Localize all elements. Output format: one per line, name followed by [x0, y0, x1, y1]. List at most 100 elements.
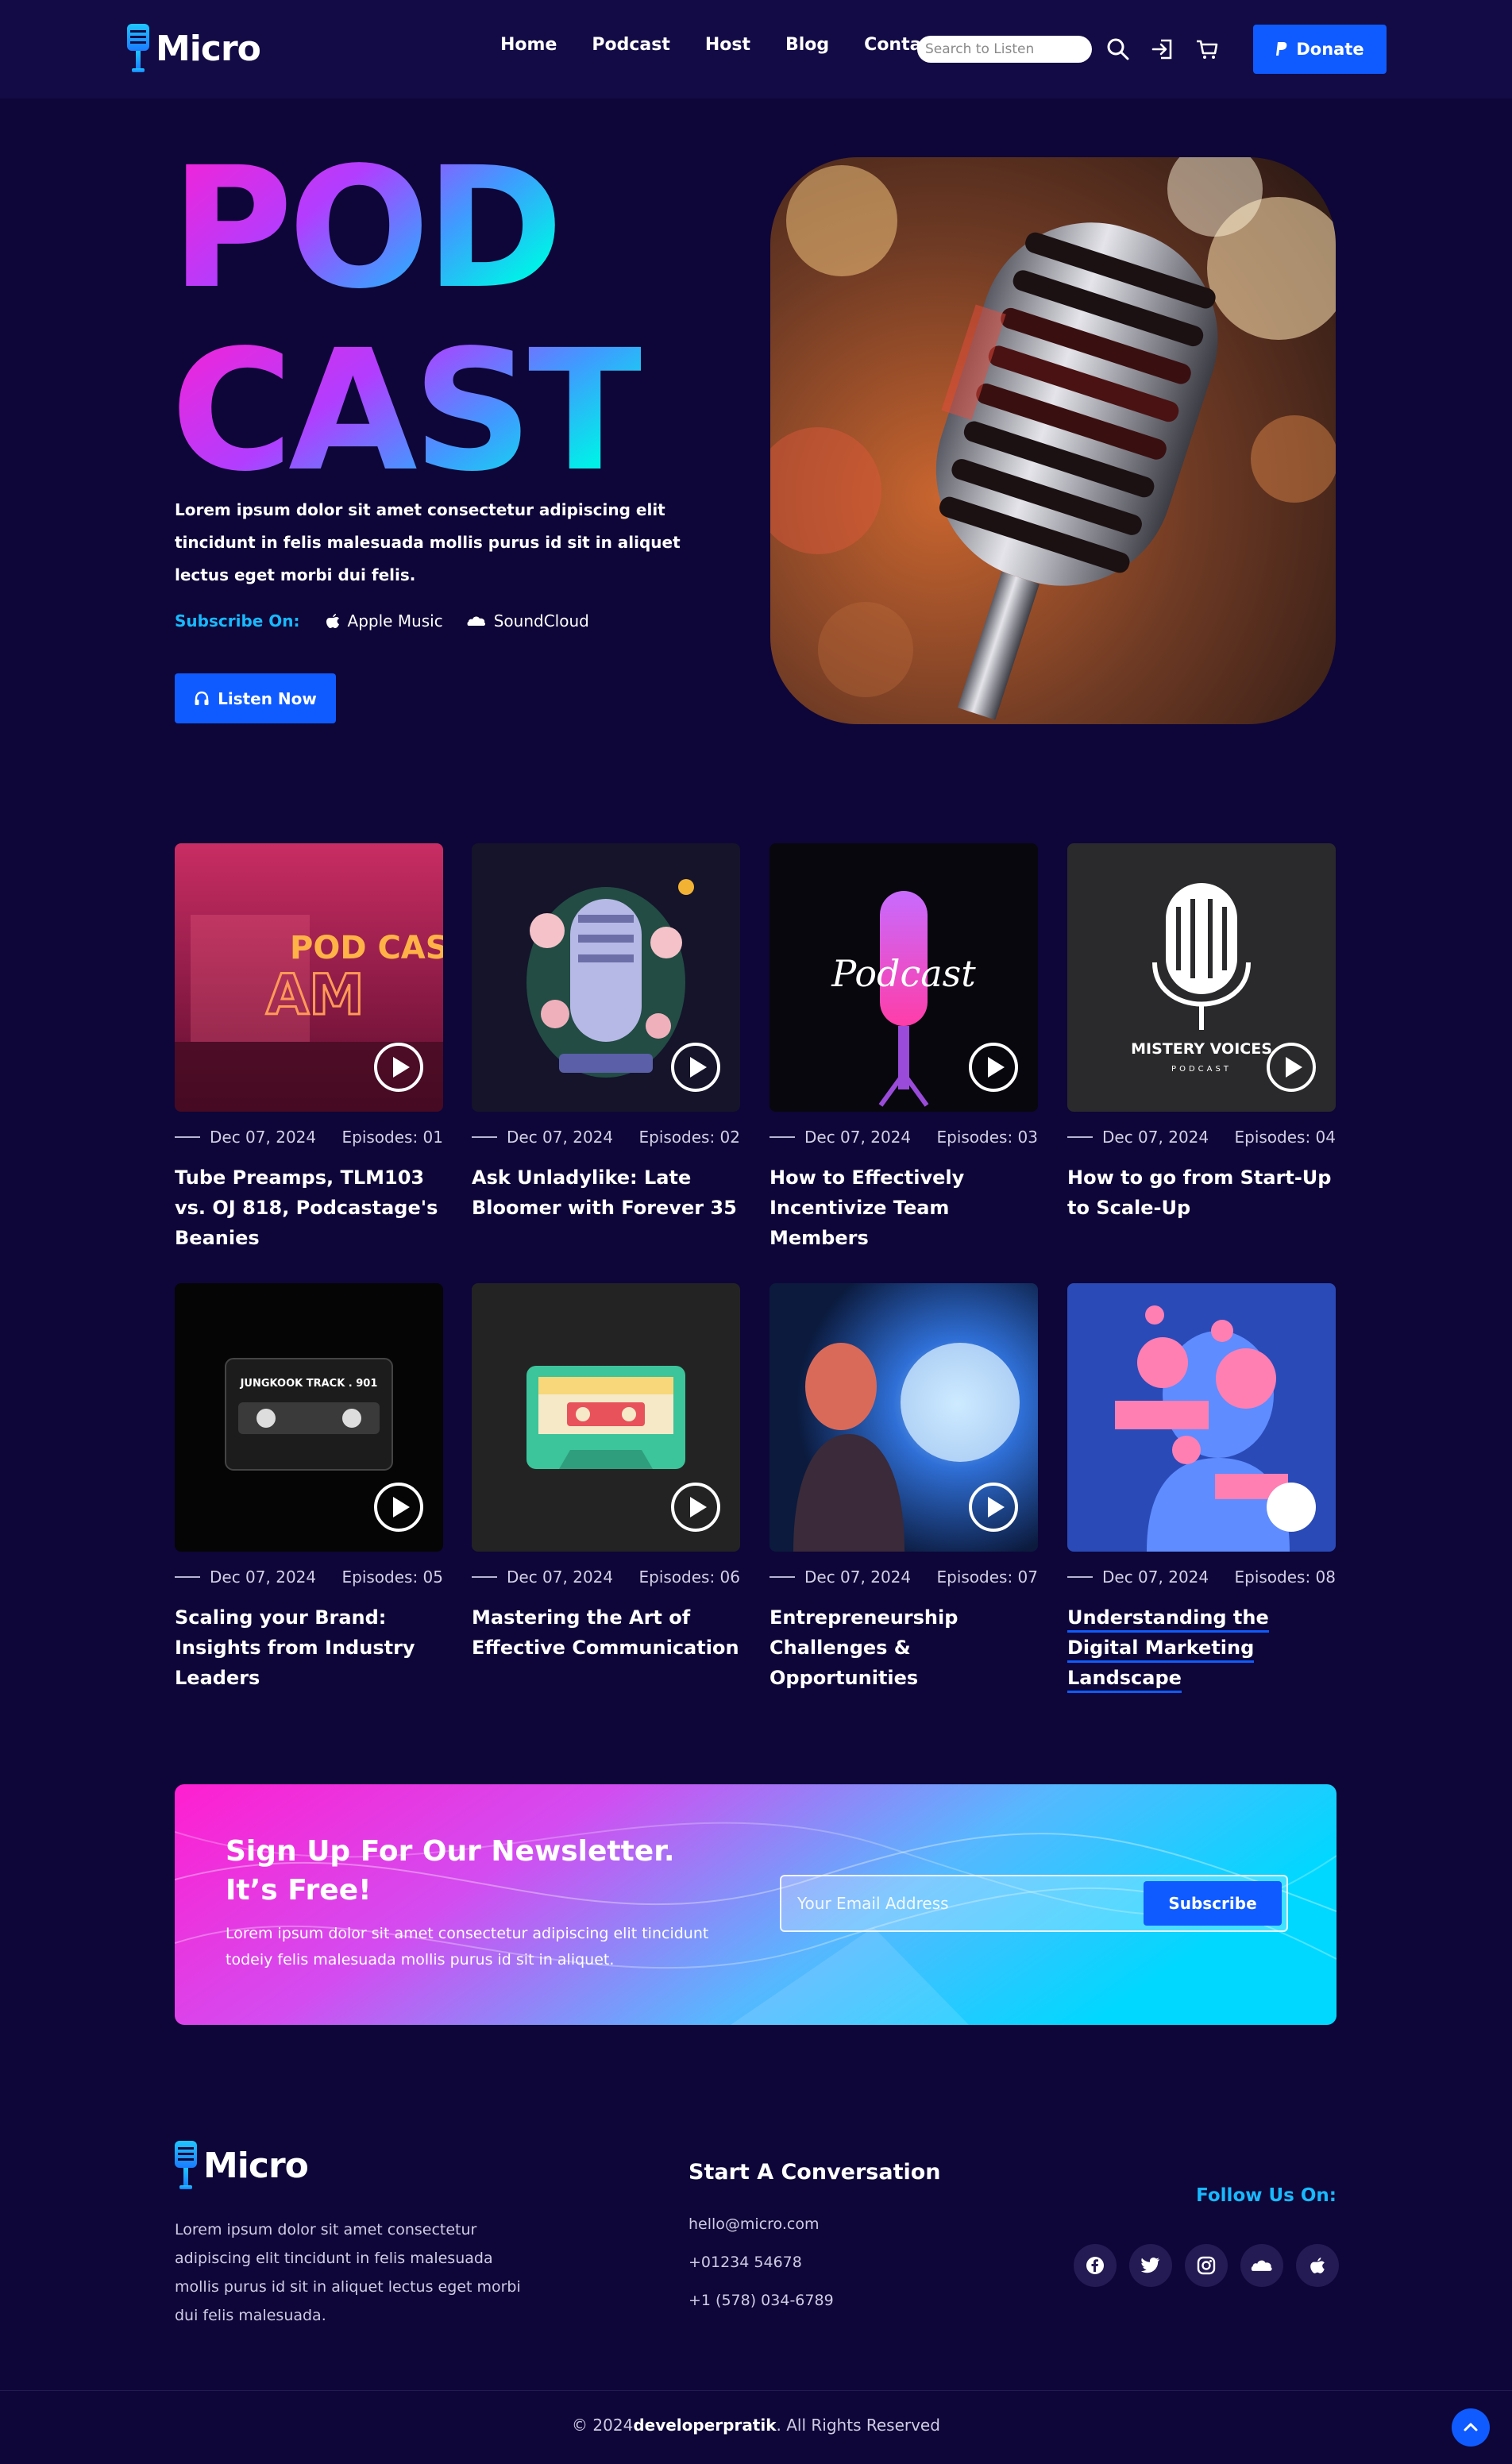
episode-meta: Dec 07, 2024 Episodes: 03: [770, 1128, 1038, 1147]
episode-card[interactable]: POD CAST AM Dec 07, 2024 Episodes: 01 Tu…: [175, 843, 443, 1253]
episode-title[interactable]: Understanding the Digital Marketing Land…: [1067, 1602, 1336, 1693]
soundcloud-link[interactable]: SoundCloud: [467, 611, 589, 630]
newsletter-form: Subscribe: [780, 1875, 1288, 1932]
headphones-icon: [195, 691, 209, 705]
episode-title-text: Understanding the Digital Marketing Land…: [1067, 1606, 1269, 1693]
copyright: © 2024developerpratik. All Rights Reserv…: [0, 2416, 1512, 2435]
newsletter-email-input[interactable]: [781, 1876, 1147, 1930]
footer-brand-name: Micro: [203, 2145, 309, 2186]
footer-logo[interactable]: Micro: [175, 2141, 309, 2190]
paypal-icon: [1276, 42, 1287, 56]
episode-title[interactable]: Ask Unladylike: Late Bloomer with Foreve…: [472, 1163, 740, 1223]
brand-logo[interactable]: Micro: [127, 24, 261, 73]
play-icon[interactable]: [670, 1042, 721, 1093]
apple-icon: [326, 614, 339, 628]
hero-title: POD CAST: [171, 155, 646, 472]
episode-title[interactable]: How to go from Start-Up to Scale-Up: [1067, 1163, 1336, 1223]
episode-card[interactable]: JUNGKOOK TRACK . 901 Dec 07, 2024 Episod…: [175, 1283, 443, 1693]
contact-phone-1[interactable]: +01234 54678: [688, 2254, 802, 2271]
episode-thumbnail[interactable]: POD CAST AM: [175, 843, 443, 1112]
episode-title[interactable]: Tube Preamps, TLM103 vs. OJ 818, Podcast…: [175, 1163, 443, 1253]
login-icon[interactable]: [1150, 37, 1175, 62]
footer-description: Lorem ipsum dolor sit amet consectetur a…: [175, 2221, 521, 2324]
soundcloud-label: SoundCloud: [493, 611, 589, 630]
episode-art-text: POD CAST: [290, 930, 443, 966]
episode-date: Dec 07, 2024: [210, 1567, 317, 1587]
episode-card[interactable]: Dec 07, 2024 Episodes: 07 Entrepreneursh…: [770, 1283, 1038, 1693]
play-icon[interactable]: [968, 1042, 1019, 1093]
copyright-prefix: © 2024: [572, 2416, 634, 2435]
instagram-link[interactable]: [1185, 2244, 1228, 2287]
episode-title[interactable]: Entrepreneurship Challenges & Opportunit…: [770, 1602, 1038, 1693]
episode-meta: Dec 07, 2024 Episodes: 04: [1067, 1128, 1336, 1147]
play-icon[interactable]: [373, 1042, 424, 1093]
play-icon[interactable]: [1266, 1482, 1317, 1533]
cart-icon[interactable]: [1194, 37, 1220, 62]
contact-email[interactable]: hello@micro.com: [688, 2215, 819, 2233]
apple-music-label: Apple Music: [347, 611, 443, 630]
apple-music-link[interactable]: Apple Music: [326, 611, 443, 630]
contact-heading: Start A Conversation: [688, 2160, 941, 2184]
play-icon[interactable]: [1266, 1042, 1317, 1093]
listen-now-button[interactable]: Listen Now: [175, 673, 336, 723]
episode-thumbnail[interactable]: JUNGKOOK TRACK . 901: [175, 1283, 443, 1552]
episode-date: Dec 07, 2024: [804, 1567, 912, 1587]
episode-card[interactable]: Dec 07, 2024 Episodes: 02 Ask Unladylike…: [472, 843, 740, 1223]
episode-card[interactable]: Dec 07, 2024 Episodes: 06 Mastering the …: [472, 1283, 740, 1663]
nav-podcast[interactable]: Podcast: [592, 35, 669, 55]
facebook-link[interactable]: [1074, 2244, 1117, 2287]
episode-art-text: MISTERY VOICES: [1131, 1040, 1272, 1058]
play-icon[interactable]: [373, 1482, 424, 1533]
contact-phone-2[interactable]: +1 (578) 034-6789: [688, 2292, 834, 2309]
episode-thumbnail[interactable]: Podcast: [770, 843, 1038, 1112]
apple-icon: [1310, 2258, 1325, 2273]
search-icon[interactable]: [1105, 37, 1131, 62]
subscribe-label: Subscribe On:: [175, 611, 300, 630]
listen-now-label: Listen Now: [218, 688, 317, 708]
episode-card[interactable]: Podcast Dec 07, 2024 Episodes: 03 How to…: [770, 843, 1038, 1253]
play-icon[interactable]: [670, 1482, 721, 1533]
episode-art-sub: PODCAST: [1171, 1065, 1232, 1074]
play-icon[interactable]: [968, 1482, 1019, 1533]
nav-blog[interactable]: Blog: [785, 35, 829, 55]
copyright-author[interactable]: developerpratik: [633, 2416, 776, 2435]
microphone-photo: [770, 157, 1336, 724]
episode-date: Dec 07, 2024: [804, 1128, 912, 1147]
newsletter-title: Sign Up For Our Newsletter. It’s Free!: [226, 1835, 675, 1907]
episode-meta: Dec 07, 2024 Episodes: 02: [472, 1128, 740, 1147]
episode-number: Episodes: 07: [936, 1567, 1038, 1587]
newsletter-subscribe-button[interactable]: Subscribe: [1144, 1881, 1282, 1926]
episode-thumbnail[interactable]: [1067, 1283, 1336, 1552]
apple-footer-link[interactable]: [1296, 2244, 1339, 2287]
nav-home[interactable]: Home: [500, 35, 557, 55]
episode-thumbnail[interactable]: [472, 1283, 740, 1552]
episode-art-text: Podcast: [831, 952, 976, 995]
episode-number: Episodes: 08: [1234, 1567, 1336, 1587]
donate-button[interactable]: Donate: [1253, 25, 1387, 74]
brand-name: Micro: [156, 28, 261, 69]
episode-meta: Dec 07, 2024 Episodes: 05: [175, 1567, 443, 1587]
episode-thumbnail[interactable]: [472, 843, 740, 1112]
episode-title[interactable]: How to Effectively Incentivize Team Memb…: [770, 1163, 1038, 1253]
search-input[interactable]: [917, 36, 1092, 63]
episode-date: Dec 07, 2024: [1102, 1128, 1209, 1147]
episode-number: Episodes: 05: [341, 1567, 443, 1587]
episode-meta: Dec 07, 2024 Episodes: 08: [1067, 1567, 1336, 1587]
episode-thumbnail[interactable]: [770, 1283, 1038, 1552]
episode-title[interactable]: Scaling your Brand: Insights from Indust…: [175, 1602, 443, 1693]
chevron-up-icon: [1464, 2423, 1478, 2431]
episode-number: Episodes: 04: [1234, 1128, 1336, 1147]
episode-card[interactable]: MISTERY VOICES PODCAST Dec 07, 2024 Epis…: [1067, 843, 1336, 1223]
episode-card[interactable]: Dec 07, 2024 Episodes: 08 Understanding …: [1067, 1283, 1336, 1693]
back-to-top-button[interactable]: [1452, 2408, 1490, 2447]
nav-host[interactable]: Host: [705, 35, 750, 55]
twitter-link[interactable]: [1129, 2244, 1172, 2287]
newsletter-section: Sign Up For Our Newsletter. It’s Free! L…: [175, 1784, 1336, 2025]
donate-label: Donate: [1296, 40, 1364, 59]
episode-title[interactable]: Mastering the Art of Effective Communica…: [472, 1602, 740, 1663]
main-nav: Home Podcast Host Blog Contact: [500, 35, 975, 55]
soundcloud-footer-link[interactable]: [1240, 2244, 1283, 2287]
episode-thumbnail[interactable]: MISTERY VOICES PODCAST: [1067, 843, 1336, 1112]
soundcloud-icon: [467, 616, 485, 626]
twitter-icon: [1141, 2257, 1159, 2273]
